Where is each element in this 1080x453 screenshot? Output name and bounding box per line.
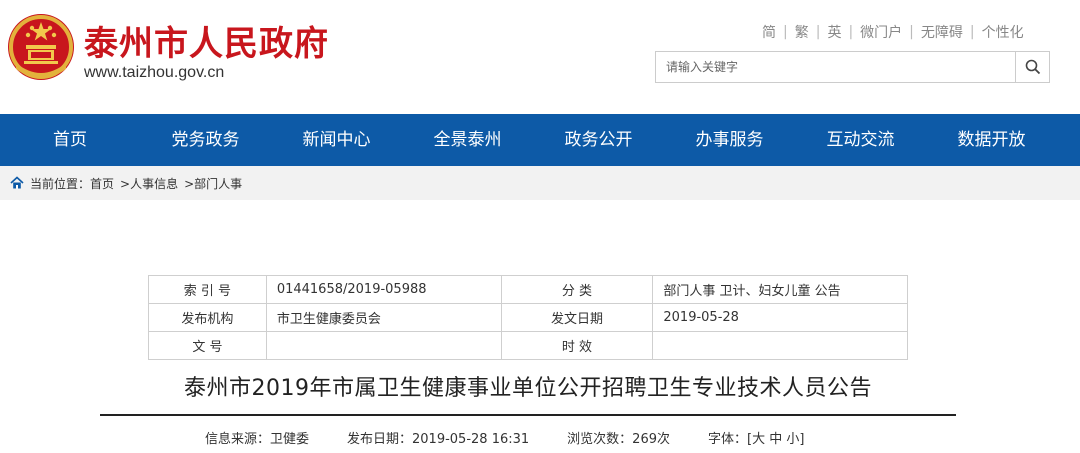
- search-input[interactable]: [656, 52, 1014, 82]
- breadcrumb: 当前位置： 首页 >人事信息 >部门人事: [0, 166, 1080, 200]
- search-button[interactable]: [1015, 52, 1049, 82]
- document-meta-table: 索 引 号 01441658/2019-05988 分 类 部门人事 卫计、妇女…: [148, 275, 908, 360]
- site-url[interactable]: www.taizhou.gov.cn: [84, 64, 224, 82]
- publisher-label: 发布机构: [148, 303, 267, 332]
- personalize-link[interactable]: 个性化: [982, 22, 1024, 42]
- nav-item-party-affairs[interactable]: 党务政务: [140, 114, 271, 166]
- font-medium-button[interactable]: 中: [769, 432, 782, 447]
- font-small-button[interactable]: 小: [786, 432, 799, 447]
- title-divider: [100, 414, 956, 416]
- micro-portal-link[interactable]: 微门户: [860, 22, 902, 42]
- nav-item-gov-disclosure[interactable]: 政务公开: [533, 114, 664, 166]
- accessibility-link[interactable]: 无障碍: [921, 22, 963, 42]
- breadcrumb-personnel-info[interactable]: >人事信息: [120, 175, 178, 192]
- date-value: 2019-05-28: [652, 303, 908, 332]
- docno-value: [265, 331, 502, 360]
- national-emblem-icon[interactable]: [6, 13, 76, 85]
- main-nav: 首页 党务政务 新闻中心 全景泰州 政务公开 办事服务 互动交流 数据开放: [0, 114, 1080, 166]
- publisher-value: 市卫生健康委员会: [265, 303, 502, 332]
- category-label: 分 类: [500, 275, 654, 304]
- nav-item-home[interactable]: 首页: [0, 114, 140, 166]
- site-header: 泰州市人民政府 www.taizhou.gov.cn 简 | 繁 | 英 | 微…: [0, 0, 1080, 114]
- category-value: 部门人事 卫计、妇女儿童 公告: [652, 275, 908, 304]
- breadcrumb-dept-personnel[interactable]: >部门人事: [184, 175, 242, 192]
- article-source: 信息来源：卫健委: [205, 432, 310, 447]
- validity-label: 时 效: [500, 331, 654, 360]
- article-publish-date: 发布日期：2019-05-28 16:31: [347, 432, 530, 447]
- divider: |: [969, 24, 975, 40]
- simplified-chinese-link[interactable]: 简: [762, 22, 776, 42]
- table-row: 文 号 时 效: [148, 331, 908, 360]
- font-size-bracket: ]: [799, 432, 805, 447]
- top-links: 简 | 繁 | 英 | 微门户 | 无障碍 | 个性化: [762, 22, 1024, 42]
- divider: |: [848, 24, 854, 40]
- nav-item-open-data[interactable]: 数据开放: [926, 114, 1057, 166]
- breadcrumb-label: 当前位置：: [30, 176, 91, 191]
- nav-item-services[interactable]: 办事服务: [664, 114, 795, 166]
- divider: |: [815, 24, 821, 40]
- table-row: 索 引 号 01441658/2019-05988 分 类 部门人事 卫计、妇女…: [148, 275, 908, 304]
- nav-item-interaction[interactable]: 互动交流: [795, 114, 926, 166]
- search-icon: [1025, 59, 1040, 75]
- font-large-button[interactable]: 大: [752, 432, 765, 447]
- english-link[interactable]: 英: [827, 22, 841, 42]
- divider: |: [909, 24, 914, 40]
- breadcrumb-home[interactable]: 首页: [90, 175, 114, 192]
- font-size-control: 字体：[大 中 小]: [708, 428, 804, 447]
- font-size-label: 字体：[: [708, 432, 753, 447]
- index-label: 索 引 号: [148, 275, 267, 304]
- home-icon: [10, 176, 24, 189]
- index-value: 01441658/2019-05988: [265, 275, 502, 304]
- article-title: 泰州市2019年市属卫生健康事业单位公开招聘卫生专业技术人员公告: [184, 376, 872, 401]
- site-title[interactable]: 泰州市人民政府: [84, 16, 329, 65]
- search-box: [655, 51, 1050, 83]
- traditional-chinese-link[interactable]: 繁: [795, 22, 809, 42]
- date-label: 发文日期: [500, 303, 654, 332]
- article-views: 浏览次数：269次: [567, 432, 670, 447]
- validity-value: [652, 331, 908, 360]
- nav-item-panorama[interactable]: 全景泰州: [402, 114, 533, 166]
- table-row: 发布机构 市卫生健康委员会 发文日期 2019-05-28: [148, 303, 908, 332]
- divider: |: [783, 24, 788, 40]
- nav-item-news[interactable]: 新闻中心: [271, 114, 402, 166]
- docno-label: 文 号: [148, 331, 267, 360]
- article-info: 信息来源：卫健委 发布日期：2019-05-28 16:31 浏览次数：269次…: [205, 428, 804, 447]
